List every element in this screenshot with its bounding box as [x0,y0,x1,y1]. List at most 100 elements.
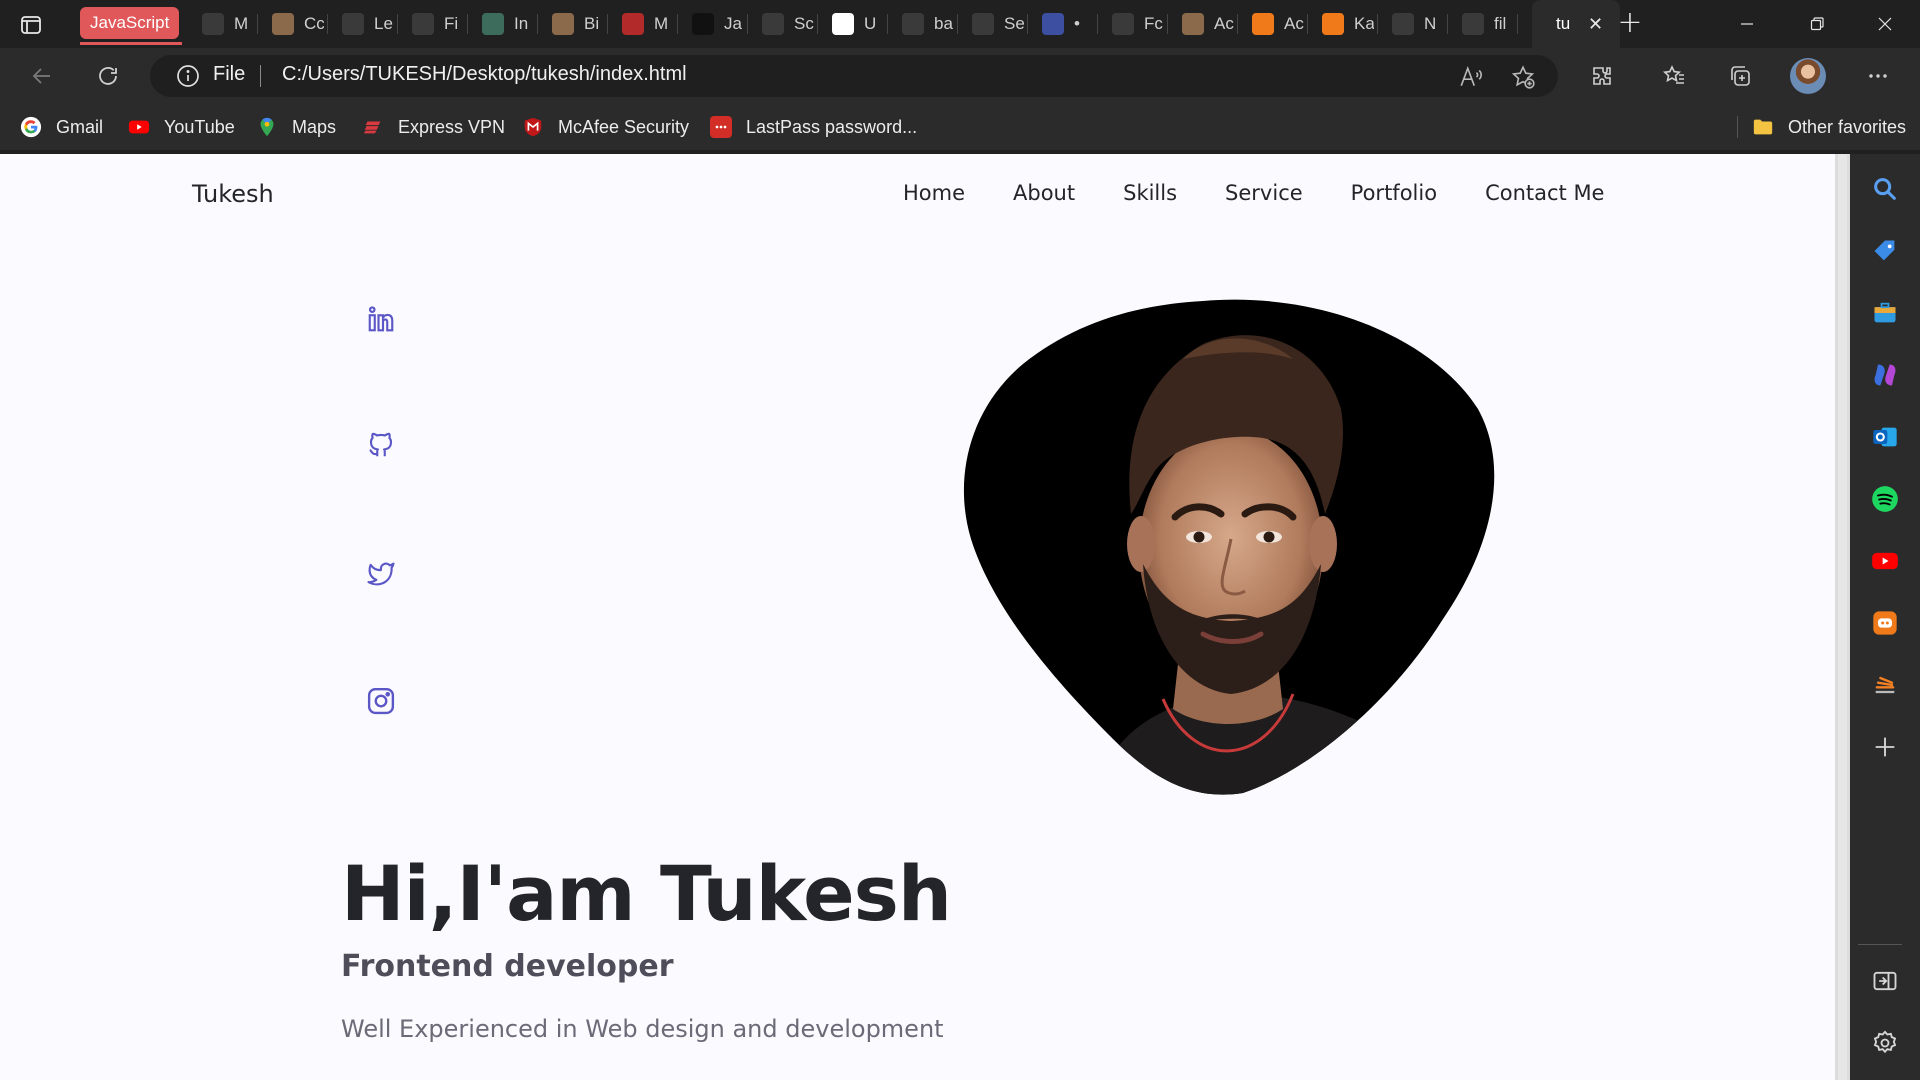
avatar-tab-icon [1182,13,1204,35]
favorites-icon[interactable] [1658,60,1690,92]
other-favorites-label: Other favorites [1788,116,1907,137]
restore-icon[interactable] [1782,0,1852,48]
close-window-icon[interactable] [1850,0,1920,48]
tools-briefcase-icon[interactable] [1870,298,1900,328]
address-bar[interactable]: File C:/Users/TUKESH/Desktop/tukesh/inde… [150,55,1558,97]
avatar-tab-icon [272,13,294,35]
github-tab-icon [832,13,854,35]
browser-tab[interactable]: Le [328,0,398,48]
browser-tab[interactable]: fil [1448,0,1518,48]
nav-portfolio[interactable]: Portfolio [1351,181,1437,205]
profile-photo-blob [963,299,1495,795]
sidebar-settings-icon[interactable] [1870,1028,1900,1058]
spotify-icon[interactable] [1870,484,1900,514]
folder-icon [1752,116,1774,138]
nav-home[interactable]: Home [903,181,965,205]
twitter-icon[interactable] [366,558,396,588]
browser-tab[interactable]: ba [888,0,958,48]
minimize-icon[interactable] [1712,0,1782,48]
tab-title: Le [374,14,393,33]
browser-tab[interactable]: Ka [1308,0,1378,48]
search-icon[interactable] [1870,174,1900,204]
close-tab-icon[interactable]: ✕ [1588,14,1603,35]
favorite-gmail[interactable]: Gmail [20,114,103,140]
favorite-maps[interactable]: Maps [256,114,336,140]
hero-subtitle: Frontend developer [341,949,674,984]
favorites-divider [1737,116,1738,138]
tab-title: • [1074,14,1080,33]
browser-tab[interactable]: U [818,0,888,48]
favorite-expressvpn[interactable]: Express VPN [362,114,505,140]
more-options-icon[interactable] [1862,60,1894,92]
url-text[interactable]: C:/Users/TUKESH/Desktop/tukesh/index.htm… [282,63,687,86]
favorite-youtube[interactable]: YouTube [128,114,235,140]
read-aloud-icon[interactable] [1458,64,1484,88]
browser-tab[interactable]: Bi [538,0,608,48]
code-tab-icon [412,13,434,35]
tab-actions-icon[interactable] [16,10,46,40]
hide-sidebar-icon[interactable] [1870,966,1900,996]
back-arrow-icon[interactable] [26,60,58,92]
scrollbar-thumb[interactable] [1838,154,1847,1080]
browser-tab[interactable]: M [188,0,258,48]
tab-title: Sc [794,14,814,33]
browser-tab[interactable]: M [608,0,678,48]
tab-title: U [864,14,877,33]
browser-tab[interactable]: Fi [398,0,468,48]
tab-active[interactable]: tu ✕ [1532,0,1620,48]
new-tab-button[interactable]: + [1612,6,1648,42]
favorite-mcafee[interactable]: McAfee Security [522,114,689,140]
browser-tab[interactable]: Ja [678,0,748,48]
site-info-icon[interactable] [176,64,200,88]
url-scheme: File [213,63,246,85]
web-app-icon[interactable] [1870,608,1900,638]
browser-tab[interactable]: In [468,0,538,48]
lastpass-icon [710,116,732,138]
nav-contact[interactable]: Contact Me [1485,181,1604,205]
google-icon [20,116,42,138]
profile-avatar[interactable] [1790,58,1826,94]
add-sidebar-app-icon[interactable] [1870,732,1900,762]
browser-tab[interactable]: Sc [748,0,818,48]
m-tab-icon [622,13,644,35]
hero-description: Well Experienced in Web design and devel… [341,1015,944,1043]
copilot-icon[interactable] [1870,360,1900,390]
tab-group-label[interactable]: JavaScript [80,7,180,39]
browser-tab[interactable]: • [1028,0,1098,48]
tab-strip: JavaScript M Cc Le Fi In Bi M Ja Sc Uba Se • Fc Ac Ac K… [0,0,1920,48]
outlook-icon[interactable] [1870,422,1900,452]
mcafee-icon [522,116,544,138]
nav-about[interactable]: About [1013,181,1075,205]
tab-title: N [1424,14,1437,33]
file-tab-icon [1462,13,1484,35]
add-favorite-icon[interactable] [1510,64,1536,89]
shopping-tag-icon[interactable] [1870,236,1900,266]
refresh-icon[interactable] [92,60,124,92]
instagram-icon[interactable] [366,686,396,716]
other-favorites-folder[interactable]: Other favorites [1752,114,1906,140]
browser-tab[interactable]: Ac [1238,0,1308,48]
browser-tab[interactable]: N [1378,0,1448,48]
favorite-lastpass[interactable]: LastPass password... [710,114,917,140]
linkedin-icon[interactable] [366,304,396,334]
edge-sidebar [1850,154,1920,1080]
maps-icon [256,116,278,138]
github-icon[interactable] [366,430,396,460]
page-scrollbar[interactable] [1835,154,1850,1080]
browser-tab[interactable]: Se [958,0,1028,48]
browser-tab[interactable]: Ac [1168,0,1238,48]
site-logo[interactable]: Tukesh [192,180,274,208]
favorite-label: McAfee Security [558,116,690,137]
extensions-icon[interactable] [1586,60,1618,92]
m-script-tab-icon [902,13,924,35]
collections-icon[interactable] [1724,60,1756,92]
nav-service[interactable]: Service [1225,181,1303,205]
youtube-icon[interactable] [1870,546,1900,576]
nav-skills[interactable]: Skills [1123,181,1177,205]
tab-title: In [514,14,529,33]
chatgpt-tab-icon [482,13,504,35]
tab-title: Ac [1214,14,1234,33]
browser-tab[interactable]: Cc [258,0,328,48]
stack-app-icon[interactable] [1870,670,1900,700]
browser-tab[interactable]: Fc [1098,0,1168,48]
